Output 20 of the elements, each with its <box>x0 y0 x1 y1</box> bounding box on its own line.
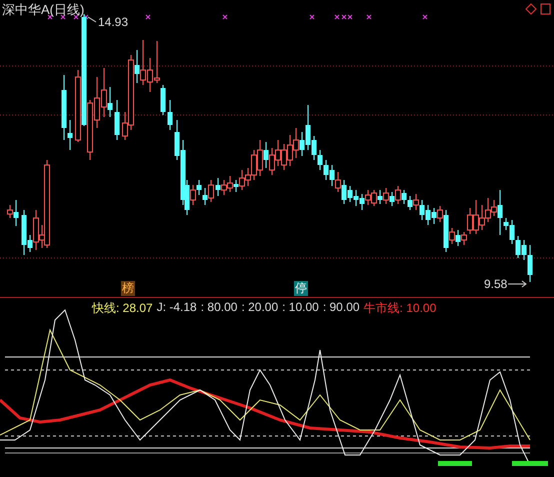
candlestick <box>114 100 120 140</box>
indicator-value: 牛市线: 10.00 <box>364 300 436 317</box>
arrow-icon <box>508 280 527 288</box>
indicator-value: J: -4.18 <box>156 300 197 316</box>
indicator-value: : 90.00 <box>322 300 360 316</box>
marker-badge: 榜 <box>121 281 135 296</box>
signal-bar <box>438 461 472 466</box>
leader-line <box>88 16 96 22</box>
indicator-value: 快线: 28.07 <box>92 300 153 317</box>
marker-badge: 停 <box>294 281 308 296</box>
signal-bar <box>512 461 548 466</box>
low-price-label: 9.58 <box>484 277 508 291</box>
indicator-value: : 10.00 <box>282 300 319 316</box>
diamond-icon <box>525 3 537 15</box>
high-price-label: 14.93 <box>98 15 128 29</box>
chart-title: 深中华A(日线) <box>1 1 86 19</box>
indicator-value: : 20.00 <box>241 300 278 316</box>
candlestick <box>168 100 172 130</box>
indicator-value: : 80.00 <box>200 300 238 316</box>
panel-icon[interactable] <box>540 4 550 14</box>
